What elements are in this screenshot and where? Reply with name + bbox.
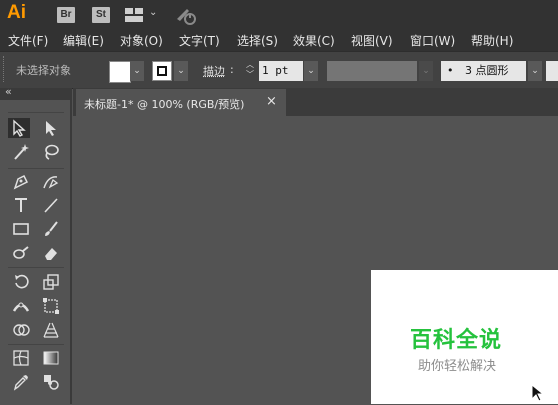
curvature-tool-icon[interactable] xyxy=(40,172,62,192)
stroke-colon: : xyxy=(230,63,234,76)
stroke-color-swatch[interactable] xyxy=(152,61,172,81)
rotate-tool-icon[interactable] xyxy=(10,272,32,292)
menu-type[interactable]: 文字(T) xyxy=(179,32,220,49)
perspective-grid-tool-icon[interactable] xyxy=(40,320,62,340)
menu-edit[interactable]: 编辑(E) xyxy=(63,32,104,49)
profile-dropdown-icon[interactable]: ⌄ xyxy=(419,61,433,81)
tools-divider xyxy=(8,344,64,345)
magic-wand-tool-icon[interactable] xyxy=(10,142,32,162)
menu-effect[interactable]: 效果(C) xyxy=(293,32,335,49)
brush-definition-field[interactable]: • 3 点圆形 xyxy=(441,61,526,81)
control-bar-grip[interactable] xyxy=(3,56,7,82)
type-tool-icon[interactable] xyxy=(10,195,32,215)
blend-tool-icon[interactable] xyxy=(40,372,62,392)
workspace-layout-icon[interactable] xyxy=(125,8,145,22)
tools-divider xyxy=(8,168,64,169)
selection-tool-icon[interactable] xyxy=(8,118,30,138)
stroke-weight-dropdown-icon[interactable]: ⌄ xyxy=(304,61,318,81)
mouse-cursor-icon xyxy=(531,383,545,402)
app-bar xyxy=(0,0,558,29)
stock-button[interactable]: St xyxy=(92,7,110,23)
stroke-weight-stepper[interactable]: ︿ ﹀ xyxy=(244,60,256,82)
lasso-tool-icon[interactable] xyxy=(40,142,62,162)
pen-tool-icon[interactable] xyxy=(10,172,32,192)
fill-color-swatch[interactable] xyxy=(109,61,131,83)
menu-object[interactable]: 对象(O) xyxy=(120,32,163,49)
stroke-label[interactable]: 描边 xyxy=(203,63,225,79)
fill-dropdown-icon[interactable]: ⌄ xyxy=(130,61,144,81)
stroke-weight-input[interactable]: 1 pt xyxy=(259,61,303,81)
menu-file[interactable]: 文件(F) xyxy=(8,32,48,49)
app-logo: Ai xyxy=(7,2,26,23)
brush-dot: • xyxy=(447,64,454,77)
style-field-edge[interactable] xyxy=(546,61,558,81)
tools-divider xyxy=(8,112,64,113)
blob-brush-tool-icon[interactable] xyxy=(10,243,32,263)
gradient-tool-icon[interactable] xyxy=(40,348,62,368)
gpu-performance-icon[interactable] xyxy=(175,5,197,25)
watermark-subtitle: 助你轻松解决 xyxy=(418,359,497,374)
close-icon[interactable]: × xyxy=(266,94,277,109)
menu-view[interactable]: 视图(V) xyxy=(351,32,393,49)
menu-select[interactable]: 选择(S) xyxy=(237,32,278,49)
variable-width-profile[interactable] xyxy=(327,61,417,81)
document-tab[interactable]: 未标题-1* @ 100% (RGB/预览) × xyxy=(76,89,286,116)
selection-status: 未选择对象 xyxy=(16,64,71,77)
document-tab-title: 未标题-1* @ 100% (RGB/预览) xyxy=(84,98,245,111)
line-segment-tool-icon[interactable] xyxy=(40,195,62,215)
eraser-tool-icon[interactable] xyxy=(40,243,62,263)
bridge-button[interactable]: Br xyxy=(57,7,75,23)
direct-selection-tool-icon[interactable] xyxy=(40,118,62,138)
brush-label: 3 点圆形 xyxy=(465,64,509,77)
eyedropper-tool-icon[interactable] xyxy=(10,372,32,392)
scale-tool-icon[interactable] xyxy=(40,272,62,292)
shape-builder-tool-icon[interactable] xyxy=(10,320,32,340)
width-tool-icon[interactable] xyxy=(10,296,32,316)
stroke-dropdown-icon[interactable]: ⌄ xyxy=(174,61,188,81)
brush-dropdown-icon[interactable]: ⌄ xyxy=(528,61,542,81)
watermark-title: 百科全说 xyxy=(410,328,503,353)
menu-help[interactable]: 帮助(H) xyxy=(471,32,513,49)
rectangle-tool-icon[interactable] xyxy=(10,219,32,239)
menu-window[interactable]: 窗口(W) xyxy=(410,32,455,49)
chevron-down-icon[interactable]: ⌄ xyxy=(149,7,157,18)
paintbrush-tool-icon[interactable] xyxy=(40,219,62,239)
tools-divider xyxy=(8,267,64,268)
free-transform-tool-icon[interactable] xyxy=(40,296,62,316)
tools-panel-header[interactable]: « xyxy=(0,85,72,100)
collapse-panel-icon[interactable]: « xyxy=(5,85,12,98)
mesh-tool-icon[interactable] xyxy=(10,348,32,368)
